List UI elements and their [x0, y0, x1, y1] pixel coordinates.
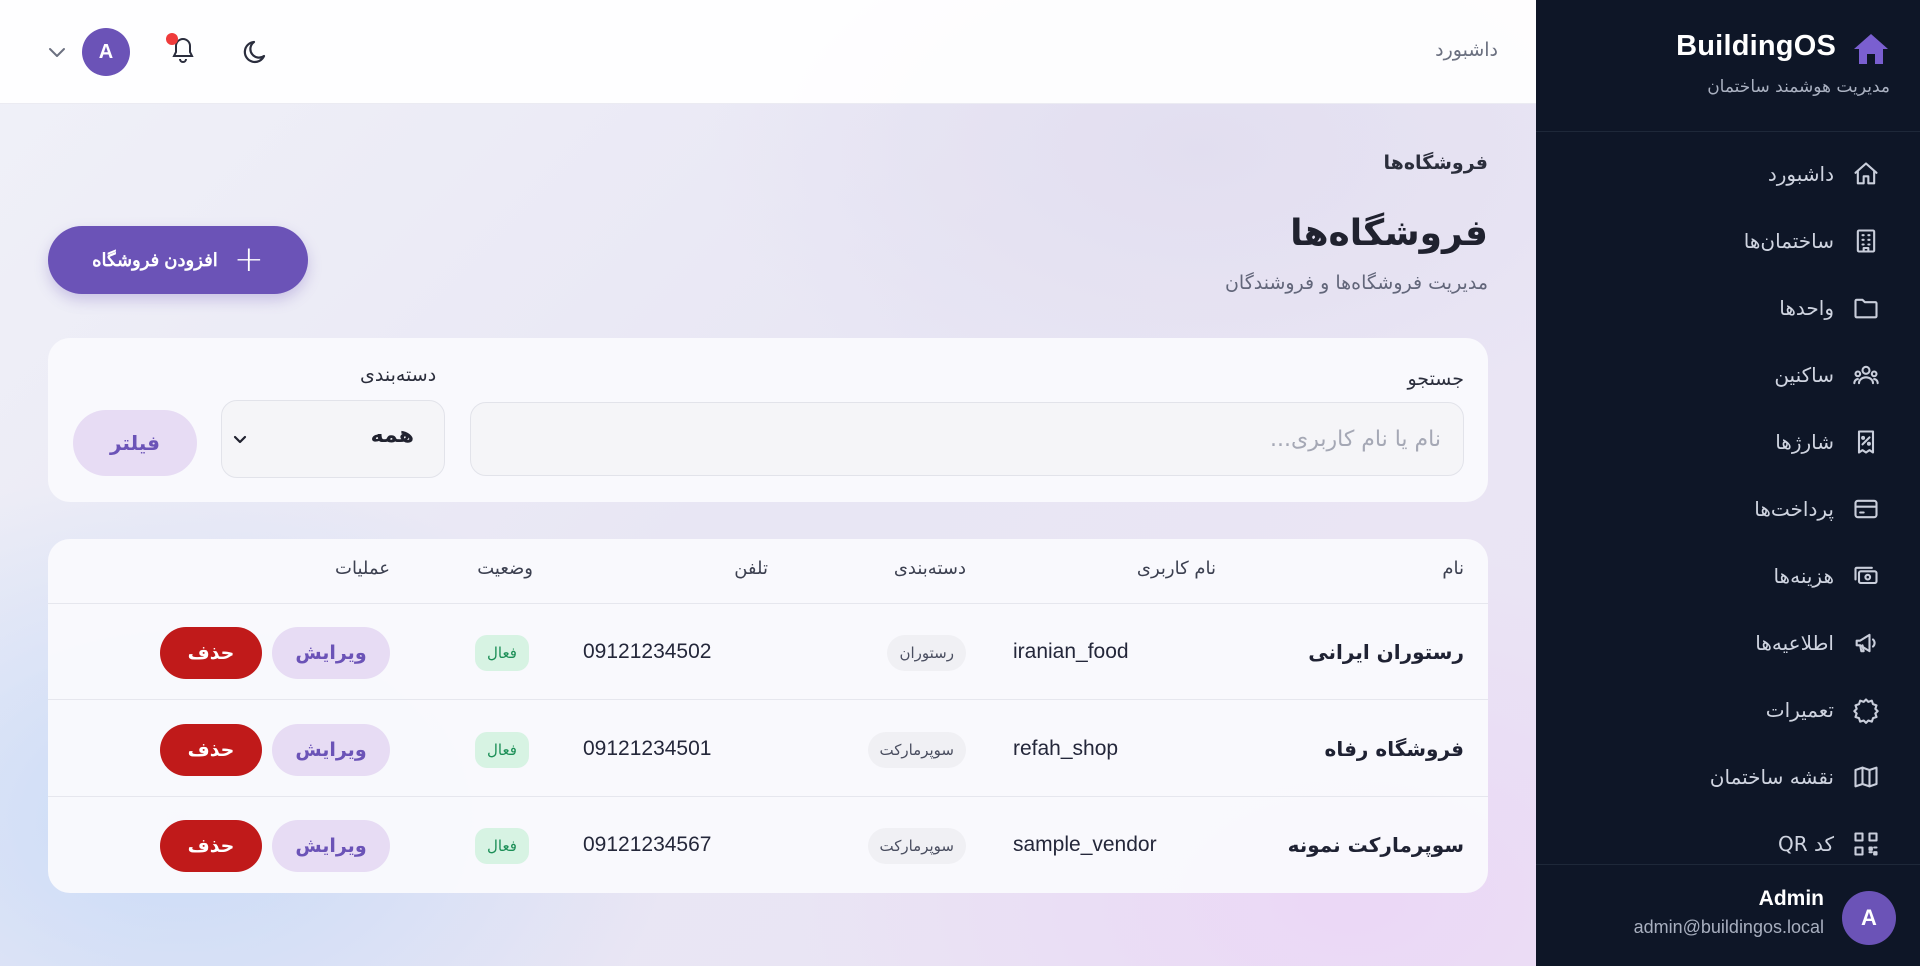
delete-button[interactable]: حذف — [160, 627, 262, 679]
sidebar-item-residents[interactable]: ساکنین — [1536, 349, 1920, 401]
category-select-value: همه — [370, 423, 414, 448]
delete-button[interactable]: حذف — [160, 724, 262, 776]
user-email: admin@buildingos.local — [1633, 917, 1824, 937]
notification-dot — [166, 33, 178, 45]
breadcrumb: فروشگاه‌ها — [1383, 152, 1488, 174]
store-phone: 09121234501 — [583, 737, 712, 760]
search-input[interactable] — [470, 402, 1464, 476]
sidebar-item-label: پرداخت‌ها — [1754, 497, 1834, 521]
store-phone: 09121234567 — [583, 833, 712, 856]
edit-button[interactable]: ویرایش — [272, 724, 390, 776]
store-name: سوپرمارکت نمونه — [1287, 833, 1464, 857]
table-row: فروشگاه رفاه refah_shop سوپرمارکت 091212… — [48, 701, 1488, 797]
home-icon — [1854, 162, 1878, 185]
column-header-status: وضعیت — [477, 558, 533, 579]
status-badge: فعال — [475, 732, 529, 768]
chevron-down-icon[interactable] — [46, 42, 68, 62]
sidebar-item-label: شارژها — [1775, 430, 1834, 454]
sidebar: BuildingOS مدیریت هوشمند ساختمان داشبورد… — [1536, 0, 1920, 966]
table-header: نام نام کاربری دسته‌بندی تلفن وضعیت عملی… — [48, 539, 1488, 604]
credit-card-icon — [1854, 499, 1878, 519]
search-label: جستجو — [1407, 368, 1464, 390]
receipt-icon — [1857, 430, 1875, 454]
column-header-username: نام کاربری — [1136, 558, 1216, 579]
building-icon — [1856, 229, 1876, 253]
sidebar-item-label: اطلاعیه‌ها — [1755, 631, 1834, 655]
sidebar-item-expenses[interactable]: هزینه‌ها — [1536, 550, 1920, 602]
category-badge: سوپرمارکت — [867, 828, 966, 864]
sidebar-item-announcements[interactable]: اطلاعیه‌ها — [1536, 617, 1920, 669]
sidebar-item-label: نقشه ساختمان — [1709, 765, 1834, 789]
edit-button[interactable]: ویرایش — [272, 627, 390, 679]
add-store-label: افزودن فروشگاه — [92, 249, 218, 270]
sidebar-item-label: هزینه‌ها — [1773, 564, 1834, 588]
table-row: سوپرمارکت نمونه sample_vendor سوپرمارکت … — [48, 797, 1488, 893]
sidebar-item-label: واحدها — [1779, 296, 1834, 320]
megaphone-icon — [1855, 633, 1876, 653]
qr-code-icon — [1854, 832, 1878, 856]
sidebar-item-units[interactable]: واحدها — [1536, 282, 1920, 334]
filter-button[interactable]: فیلتر — [73, 410, 197, 476]
cash-icon — [1854, 566, 1878, 585]
sidebar-item-label: تعمیرات — [1765, 698, 1834, 722]
store-phone: 09121234502 — [583, 640, 712, 663]
status-badge: فعال — [475, 635, 529, 671]
edit-button[interactable]: ویرایش — [272, 820, 390, 872]
folder-icon — [1854, 298, 1878, 319]
category-select[interactable]: همه — [221, 400, 445, 478]
store-username: iranian_food — [1013, 640, 1129, 663]
wrench-icon — [1853, 698, 1879, 724]
sidebar-item-dashboard[interactable]: داشبورد — [1536, 148, 1920, 200]
add-store-button[interactable]: + افزودن فروشگاه — [48, 226, 308, 294]
map-icon — [1854, 766, 1878, 788]
store-username: sample_vendor — [1013, 833, 1157, 856]
avatar: A — [1842, 891, 1896, 945]
store-username: refah_shop — [1013, 737, 1119, 760]
sidebar-item-payments[interactable]: پرداخت‌ها — [1536, 483, 1920, 535]
sidebar-item-building-map[interactable]: نقشه ساختمان — [1536, 751, 1920, 803]
sidebar-item-label: ساختمان‌ها — [1743, 229, 1834, 253]
main-content: داشبورد A فروشگاه‌ها فروشگاه‌ها مدیریت ف… — [0, 0, 1536, 966]
store-name: فروشگاه رفاه — [1324, 737, 1464, 761]
category-label: دسته‌بندی — [360, 364, 437, 386]
table-row: رستوران ایرانی iranian_food رستوران 0912… — [48, 604, 1488, 700]
page-subtitle: مدیریت فروشگاه‌ها و فروشندگان — [1224, 272, 1488, 294]
plus-icon: + — [233, 239, 264, 280]
topbar-title: داشبورد — [1435, 39, 1498, 61]
moon-icon[interactable] — [240, 34, 274, 68]
home-logo-icon — [1854, 34, 1888, 64]
users-icon — [1853, 365, 1879, 385]
sidebar-brand: BuildingOS مدیریت هوشمند ساختمان — [1536, 0, 1920, 132]
column-header-phone: تلفن — [734, 558, 768, 579]
column-header-category: دسته‌بندی — [893, 558, 966, 579]
sidebar-item-label: ساکنین — [1774, 363, 1834, 387]
delete-button[interactable]: حذف — [160, 820, 262, 872]
sidebar-item-label: کد QR — [1777, 832, 1834, 856]
sidebar-item-buildings[interactable]: ساختمان‌ها — [1536, 215, 1920, 267]
sidebar-nav: داشبورد ساختمان‌ها واحدها ساکنین شارژها … — [1536, 148, 1920, 864]
filter-panel: جستجو دسته‌بندی همه فیلتر — [48, 338, 1488, 502]
user-name: Admin — [1758, 887, 1824, 910]
chevron-down-icon — [233, 435, 247, 444]
sidebar-item-charges[interactable]: شارژها — [1536, 416, 1920, 468]
page-title: فروشگاه‌ها — [1290, 213, 1488, 254]
brand-title: BuildingOS — [1676, 30, 1836, 62]
avatar[interactable]: A — [82, 28, 130, 76]
column-header-actions: عملیات — [335, 558, 390, 579]
brand-subtitle: مدیریت هوشمند ساختمان — [1707, 77, 1890, 97]
stores-table: نام نام کاربری دسته‌بندی تلفن وضعیت عملی… — [48, 539, 1488, 893]
sidebar-user[interactable]: A Admin admin@buildingos.local — [1536, 864, 1920, 966]
sidebar-item-qr-code[interactable]: کد QR — [1536, 818, 1920, 864]
category-badge: رستوران — [887, 635, 966, 671]
category-badge: سوپرمارکت — [867, 732, 966, 768]
column-header-name: نام — [1442, 558, 1464, 579]
topbar: داشبورد A — [0, 0, 1536, 104]
store-name: رستوران ایرانی — [1308, 640, 1464, 664]
status-badge: فعال — [475, 828, 529, 864]
sidebar-item-label: داشبورد — [1767, 162, 1834, 186]
sidebar-item-maintenance[interactable]: تعمیرات — [1536, 684, 1920, 736]
